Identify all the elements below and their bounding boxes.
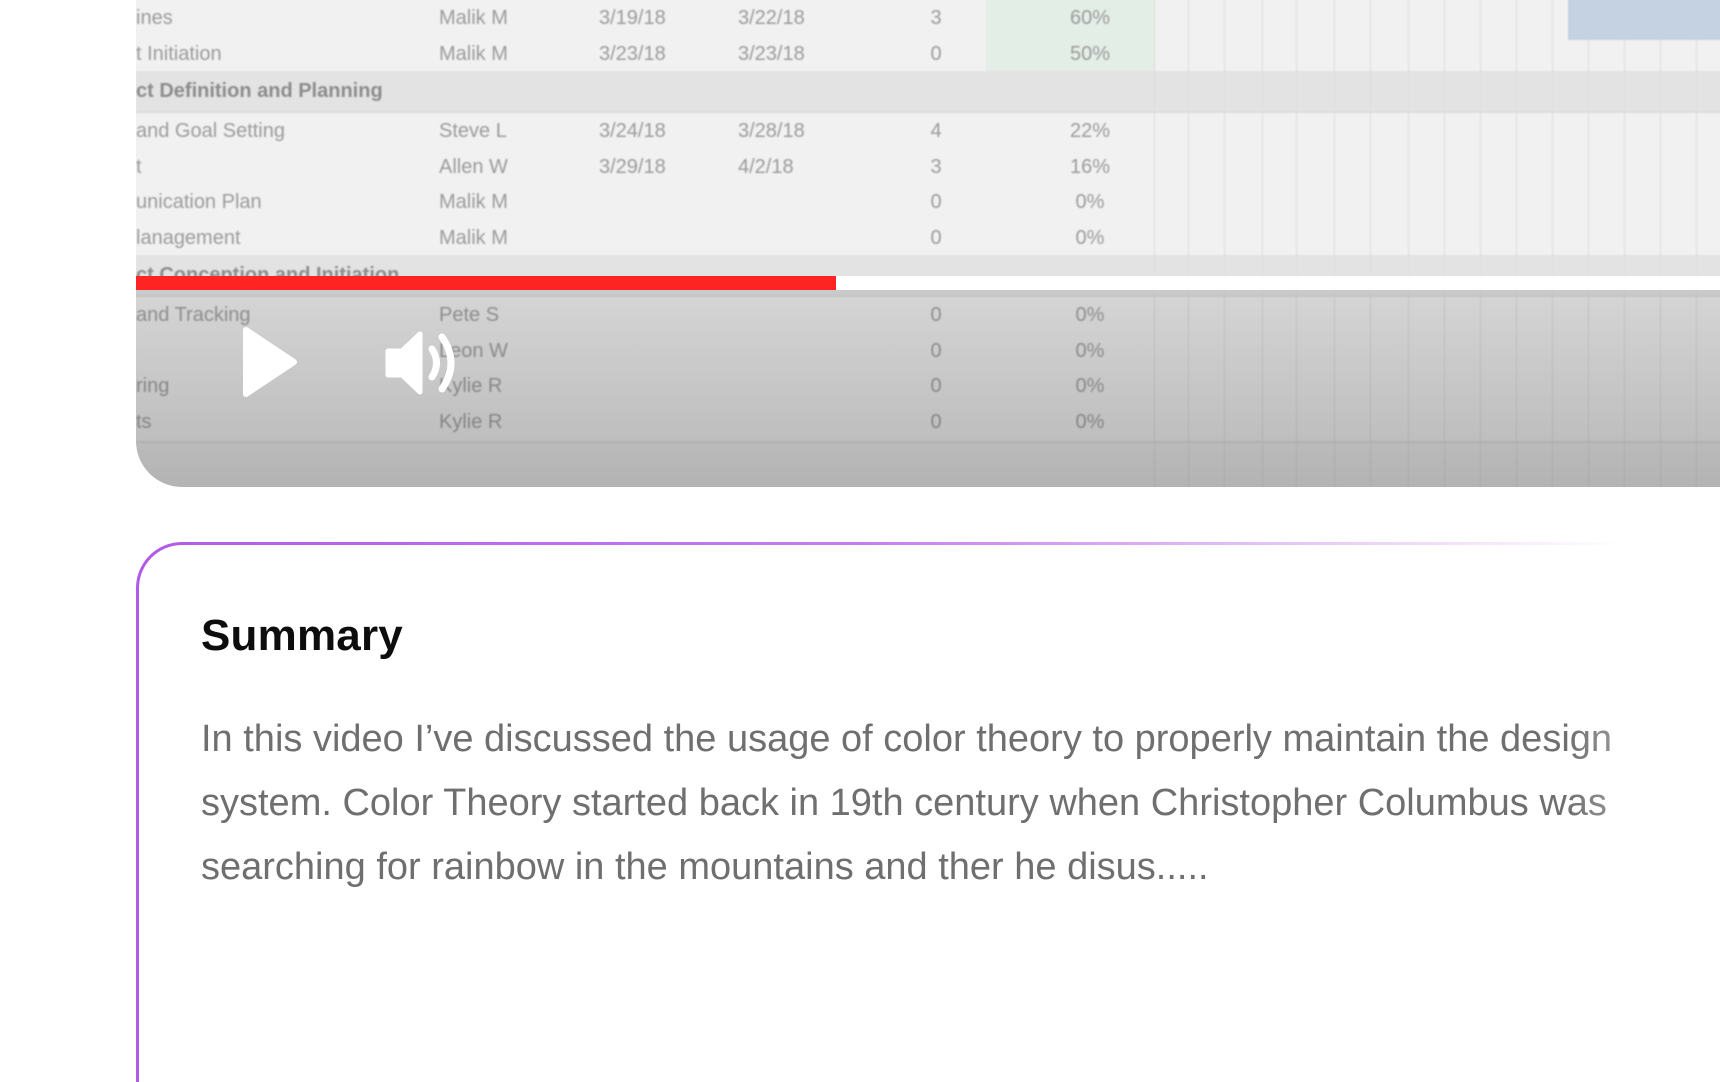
task-status: 0% [1075,191,1105,213]
task-name: unication Plan [136,191,262,213]
volume-button[interactable] [384,325,464,401]
play-button[interactable] [232,322,302,402]
volume-icon [385,331,455,395]
task-days: 4 [930,120,942,142]
task-start-date: 3/29/18 [599,155,666,178]
task-assignee: Malik M [439,191,508,213]
task-assignee: Steve L [439,120,507,142]
controls-shade [136,288,1720,487]
task-start-date: 3/19/18 [599,7,666,29]
task-end-date: 3/28/18 [738,120,805,142]
task-name: lanagement [136,226,241,249]
task-days: 0 [930,42,942,65]
gantt-bar [1568,0,1720,40]
play-icon [243,327,297,397]
task-end-date: 4/2/18 [738,155,794,178]
task-days: 3 [930,155,942,178]
task-name: t [136,155,142,178]
summary-card: Summary In this video I’ve discussed the… [136,542,1720,1082]
task-assignee: Malik M [439,42,508,65]
task-status: 0% [1075,226,1105,249]
task-days: 0 [930,191,942,213]
task-status: 60% [1069,7,1111,29]
section-title: ct Definition and Planning [136,80,383,102]
task-start-date: 3/24/18 [599,120,666,142]
task-status: 16% [1069,155,1111,178]
task-status: 22% [1069,120,1111,142]
video-progress-bar[interactable] [136,276,1720,290]
task-status: 50% [1069,42,1111,65]
video-progress-fill [136,276,836,290]
summary-text: In this video I’ve discussed the usage o… [201,718,1613,888]
task-start-date: 3/23/18 [599,42,666,65]
summary-title: Summary [201,611,403,660]
task-days: 3 [930,7,942,29]
task-end-date: 3/23/18 [738,42,805,65]
task-days: 0 [930,226,942,249]
task-name: ines [136,7,173,29]
task-assignee: Malik M [439,226,508,249]
task-assignee: Allen W [439,155,508,178]
task-assignee: Malik M [439,7,508,29]
task-name: and Goal Setting [136,120,285,142]
task-name: t Initiation [136,42,222,65]
video-player[interactable]: ines Malik M 3/19/18 3/22/18 3 60% t Initiatio… [136,0,1720,487]
task-end-date: 3/22/18 [738,7,805,29]
